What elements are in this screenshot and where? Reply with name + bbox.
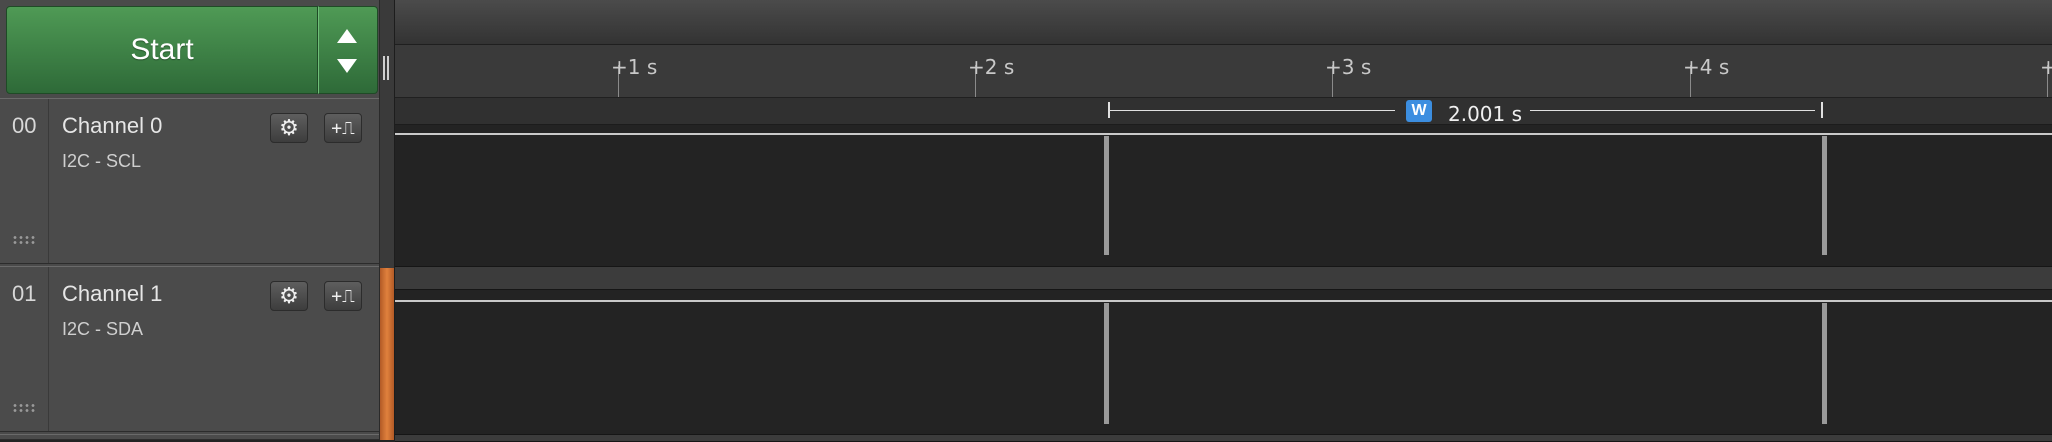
channel-protocol: I2C - SCL	[62, 151, 142, 171]
drag-handle-icon[interactable]	[12, 403, 36, 413]
channel-trigger-button[interactable]: +⎍	[324, 281, 362, 311]
channel-index-column: 01	[0, 267, 49, 431]
measurement-row	[395, 98, 2052, 125]
trigger-rising-icon: +⎍	[331, 285, 355, 307]
gear-icon: ⚙	[279, 283, 299, 308]
channel-row-0: 00 Channel 0 I2C - SCL ⚙ +⎍	[0, 98, 379, 264]
triangle-down-icon[interactable]	[337, 59, 357, 73]
channel-name[interactable]: Channel 1	[62, 281, 162, 307]
channel-color-marker	[380, 268, 394, 440]
signal-line	[395, 133, 2052, 135]
ruler-tick-label: +3 s	[1325, 55, 1372, 79]
waveform-channel-1[interactable]	[395, 290, 2052, 434]
measurement-line	[1110, 110, 1395, 111]
start-button[interactable]: Start	[6, 6, 318, 94]
trigger-rising-icon: +⎍	[331, 117, 355, 139]
channel-settings-button[interactable]: ⚙	[270, 113, 308, 143]
channel-separator	[395, 434, 2052, 442]
channel-row-2	[0, 434, 379, 440]
channel-index-column: 00	[0, 99, 49, 263]
measurement-value: 2.001 s	[1448, 102, 1523, 126]
channel-protocol: I2C - SDA	[62, 319, 144, 339]
measurement-line	[1530, 110, 1815, 111]
waveform-channel-0[interactable]	[395, 125, 2052, 265]
ruler-tick-label: +	[2040, 55, 2052, 79]
ruler-tick-label: +1 s	[611, 55, 658, 79]
triangle-up-icon[interactable]	[337, 29, 357, 43]
signal-pulse	[1104, 303, 1109, 424]
signal-pulse	[1104, 136, 1109, 255]
channel-name[interactable]: Channel 0	[62, 113, 162, 139]
timeline-header	[395, 0, 2052, 45]
signal-line	[395, 300, 2052, 302]
time-ruler[interactable]: +1 s +2 s +3 s +4 s +	[395, 45, 2052, 98]
channel-index: 01	[12, 281, 37, 306]
drag-handle-icon[interactable]	[12, 235, 36, 245]
channel-trigger-button[interactable]: +⎍	[324, 113, 362, 143]
channel-separator	[395, 266, 2052, 290]
start-options-stepper[interactable]	[318, 6, 378, 94]
ruler-tick-label: +2 s	[968, 55, 1015, 79]
ruler-tick-label: +4 s	[1683, 55, 1730, 79]
signal-pulse	[1822, 136, 1827, 255]
channel-row-1: 01 Channel 1 I2C - SDA ⚙ +⎍	[0, 266, 379, 432]
width-measurement-badge[interactable]: W	[1406, 100, 1432, 122]
splitter-grip-icon[interactable]	[383, 56, 389, 80]
measurement-end-marker[interactable]	[1821, 102, 1823, 118]
channel-index: 00	[12, 113, 37, 138]
gear-icon: ⚙	[279, 115, 299, 140]
signal-pulse	[1822, 303, 1827, 424]
channel-settings-button[interactable]: ⚙	[270, 281, 308, 311]
